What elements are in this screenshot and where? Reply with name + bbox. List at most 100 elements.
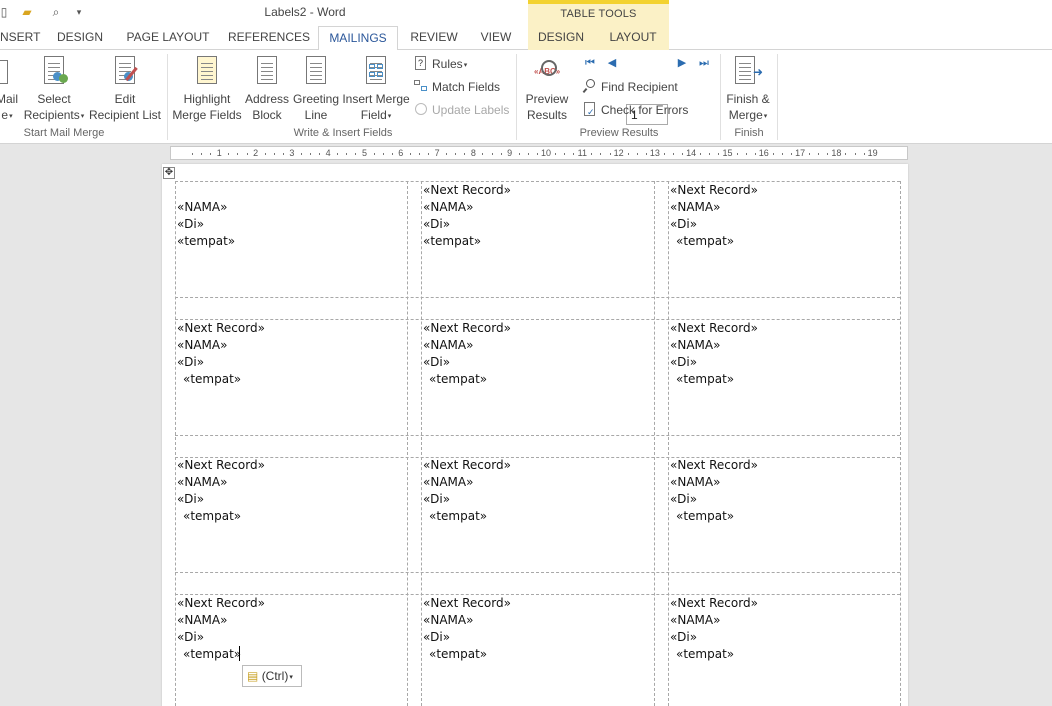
merge-field-di[interactable]: «Di» [670, 491, 758, 508]
highlight-merge-fields-icon [192, 56, 222, 88]
merge-field-nama[interactable]: «NAMA» [423, 199, 511, 216]
merge-field-di[interactable]: «Di» [670, 216, 758, 233]
merge-field-di[interactable]: «Di» [177, 354, 265, 371]
word-window: ▯ ▰ ⌕ ▾ Labels2 - Word TABLE TOOLS NSERT… [0, 0, 1052, 706]
last-record-icon[interactable]: ⏭ [697, 56, 711, 70]
merge-field-di[interactable]: «Di» [423, 216, 511, 233]
merge-field-next-record[interactable]: «Next Record» [177, 457, 265, 474]
start-mail-merge-button[interactable]: Mail e▾ [0, 56, 18, 125]
select-recipients-button[interactable]: Select Recipients▾ [20, 56, 88, 125]
merge-field-nama[interactable]: «NAMA» [423, 612, 511, 629]
tab-design[interactable]: DESIGN [54, 26, 106, 50]
tab-table-design[interactable]: DESIGN [534, 26, 588, 50]
ruler-mark [645, 153, 647, 155]
tab-table-layout[interactable]: LAYOUT [604, 26, 662, 50]
merge-field-next-record[interactable]: «Next Record» [423, 182, 511, 199]
ruler-mark [373, 153, 375, 155]
tab-references[interactable]: REFERENCES [228, 26, 310, 50]
merge-field-tempat[interactable]: «tempat» [670, 646, 758, 663]
merge-field-next-record[interactable]: «Next Record» [177, 595, 265, 612]
merge-field-di[interactable]: «Di» [177, 216, 235, 233]
rules-button[interactable]: ? Rules▾ [414, 54, 467, 74]
merge-field-next-record[interactable]: «Next Record» [670, 182, 758, 199]
next-record-icon[interactable]: ▶ [675, 56, 689, 70]
merge-field-nama[interactable]: «NAMA» [423, 337, 511, 354]
edit-recipient-list-button[interactable]: Edit Recipient List [88, 56, 162, 123]
merge-field-nama[interactable]: «NAMA» [177, 199, 235, 216]
ruler-mark [627, 153, 629, 155]
finish-merge-icon: ➜ [733, 56, 763, 88]
address-block-icon [252, 56, 282, 88]
merge-field-tempat[interactable]: «tempat» [177, 508, 265, 525]
merge-field-tempat[interactable]: «tempat» [177, 646, 265, 663]
ribbon: Mail e▾ Select Recipients▾ Edit Recipien… [0, 50, 1052, 144]
highlight-merge-fields-button[interactable]: Highlight Merge Fields [172, 56, 242, 123]
merge-field-nama[interactable]: «NAMA» [423, 474, 511, 491]
merge-field-tempat[interactable]: «tempat» [423, 371, 511, 388]
tab-view[interactable]: VIEW [474, 26, 518, 50]
merge-field-next-record[interactable]: «Next Record» [423, 320, 511, 337]
merge-field-di[interactable]: «Di» [423, 354, 511, 371]
group-label-finish: Finish [734, 127, 764, 139]
merge-field-next-record[interactable]: «Next Record» [670, 595, 758, 612]
ruler-mark [192, 153, 194, 155]
merge-field-tempat[interactable]: «tempat» [670, 508, 758, 525]
merge-field-next-record[interactable]: «Next Record» [423, 457, 511, 474]
ruler-mark [446, 153, 448, 155]
merge-field-di[interactable]: «Di» [670, 629, 758, 646]
tab-mailings[interactable]: MAILINGS [318, 26, 398, 51]
merge-field-tempat[interactable]: «tempat» [423, 508, 511, 525]
ruler-mark [709, 153, 711, 155]
label-empty-line[interactable] [177, 182, 235, 199]
merge-field-next-record[interactable]: «Next Record» [670, 320, 758, 337]
group-separator [720, 54, 721, 140]
merge-field-tempat[interactable]: «tempat» [177, 371, 265, 388]
horizontal-ruler[interactable]: 1 2 3 4 5 6 7 8 9 10 11 12 13 14 15 16 17 18 19 [170, 146, 908, 160]
insert-merge-field-button[interactable]: Insert Merge Field▾ [341, 56, 411, 125]
tab-review[interactable]: REVIEW [408, 26, 460, 50]
greeting-line-button[interactable]: Greeting Line [292, 56, 340, 123]
ruler-mark [282, 153, 284, 155]
merge-field-di[interactable]: «Di» [423, 629, 511, 646]
merge-field-nama[interactable]: «NAMA» [670, 474, 758, 491]
table-move-handle-icon[interactable]: ✥ [163, 167, 175, 179]
previous-record-icon[interactable]: ◀ [605, 56, 619, 70]
paste-options-button[interactable]: ▤ (Ctrl)▾ [242, 665, 302, 687]
merge-field-nama[interactable]: «NAMA» [670, 199, 758, 216]
merge-field-next-record[interactable]: «Next Record» [670, 457, 758, 474]
update-labels-button[interactable]: Update Labels [414, 100, 509, 120]
find-recipient-button[interactable]: Find Recipient [582, 77, 678, 97]
tab-page-layout[interactable]: PAGE LAYOUT [122, 26, 214, 50]
ruler-number: 13 [649, 148, 660, 158]
merge-field-tempat[interactable]: «tempat» [177, 233, 235, 250]
ruler-mark [555, 153, 557, 155]
merge-field-next-record[interactable]: «Next Record» [423, 595, 511, 612]
merge-field-di[interactable]: «Di» [177, 629, 265, 646]
ruler-mark [409, 153, 411, 155]
merge-field-nama[interactable]: «NAMA» [177, 474, 265, 491]
merge-field-nama[interactable]: «NAMA» [670, 337, 758, 354]
ruler-mark [636, 153, 638, 155]
address-block-button[interactable]: Address Block [244, 56, 290, 123]
merge-field-tempat[interactable]: «tempat» [423, 646, 511, 663]
document-title: Labels2 - Word [264, 5, 346, 19]
merge-field-di[interactable]: «Di» [670, 354, 758, 371]
check-for-errors-button[interactable]: ✓ Check for Errors [583, 100, 688, 120]
tab-insert[interactable]: NSERT [0, 26, 40, 50]
ruler-mark [337, 153, 339, 155]
label-cell: «Next Record» «NAMA» «Di» «tempat» [670, 320, 758, 388]
finish-merge-button[interactable]: ➜ Finish & Merge▾ [724, 56, 772, 125]
preview-results-button[interactable]: «ABC» Preview Results [522, 56, 572, 123]
merge-field-next-record[interactable]: «Next Record» [177, 320, 265, 337]
ruler-mark [573, 153, 575, 155]
merge-field-tempat[interactable]: «tempat» [670, 371, 758, 388]
match-fields-button[interactable]: Match Fields [414, 77, 500, 97]
merge-field-nama[interactable]: «NAMA» [177, 612, 265, 629]
merge-field-tempat[interactable]: «tempat» [670, 233, 758, 250]
merge-field-tempat[interactable]: «tempat» [423, 233, 511, 250]
merge-field-nama[interactable]: «NAMA» [177, 337, 265, 354]
merge-field-di[interactable]: «Di» [423, 491, 511, 508]
merge-field-di[interactable]: «Di» [177, 491, 265, 508]
first-record-icon[interactable]: ⏮ [583, 56, 597, 70]
merge-field-nama[interactable]: «NAMA» [670, 612, 758, 629]
